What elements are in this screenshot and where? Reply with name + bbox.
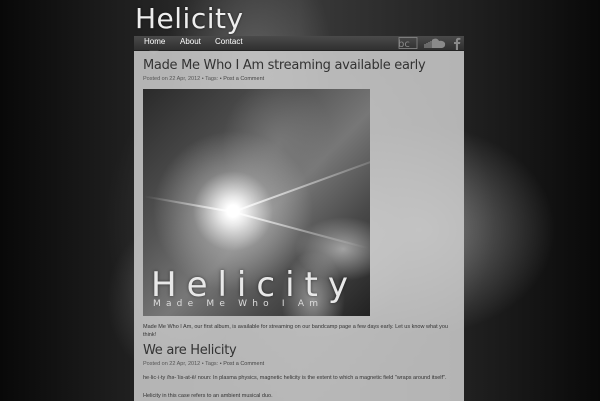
post-body-2-extra: Helicity in this case refers to an ambie… [143,393,273,399]
post-title-1[interactable]: Made Me Who I Am streaming available ear… [143,58,426,73]
nav-contact[interactable]: Contact [215,37,243,46]
post-date-2: Posted on 22 Apr, 2012 • Tags: [143,361,219,367]
post-body-2: he·lic·i·ty /hə-ˈlis-at-ē/ noun: In plas… [143,375,447,381]
facebook-link[interactable] [452,36,461,50]
svg-text:bc: bc [398,39,410,49]
post-title-2[interactable]: We are Helicity [143,343,237,358]
soundcloud-link[interactable] [423,36,447,50]
post-meta-1: Posted on 22 Apr, 2012 • Tags: • Post a … [143,76,264,82]
nav-about[interactable]: About [180,37,201,46]
facebook-icon [454,37,461,50]
post-comment-link-1[interactable]: • Post a Comment [220,76,264,82]
site-title[interactable]: Helicity [135,2,244,35]
post-meta-2: Posted on 22 Apr, 2012 • Tags: • Post a … [143,361,264,367]
album-art-subtitle: Made Me Who I Am [153,299,324,309]
bandcamp-link[interactable]: bc [398,36,418,50]
album-cover-image[interactable]: Helicity Made Me Who I Am [143,89,370,316]
lens-flare-ray [232,149,370,213]
nav-home[interactable]: Home [144,37,165,46]
lens-flare-ray [232,211,369,250]
post-comment-link-2[interactable]: • Post a Comment [220,361,264,367]
post-date-1: Posted on 22 Apr, 2012 • Tags: [143,76,219,82]
bandcamp-icon: bc [398,37,418,49]
lens-flare-ray [144,195,234,213]
post-body-1: Made Me Who I Am, our first album, is av… [143,324,448,338]
soundcloud-icon [424,38,446,48]
